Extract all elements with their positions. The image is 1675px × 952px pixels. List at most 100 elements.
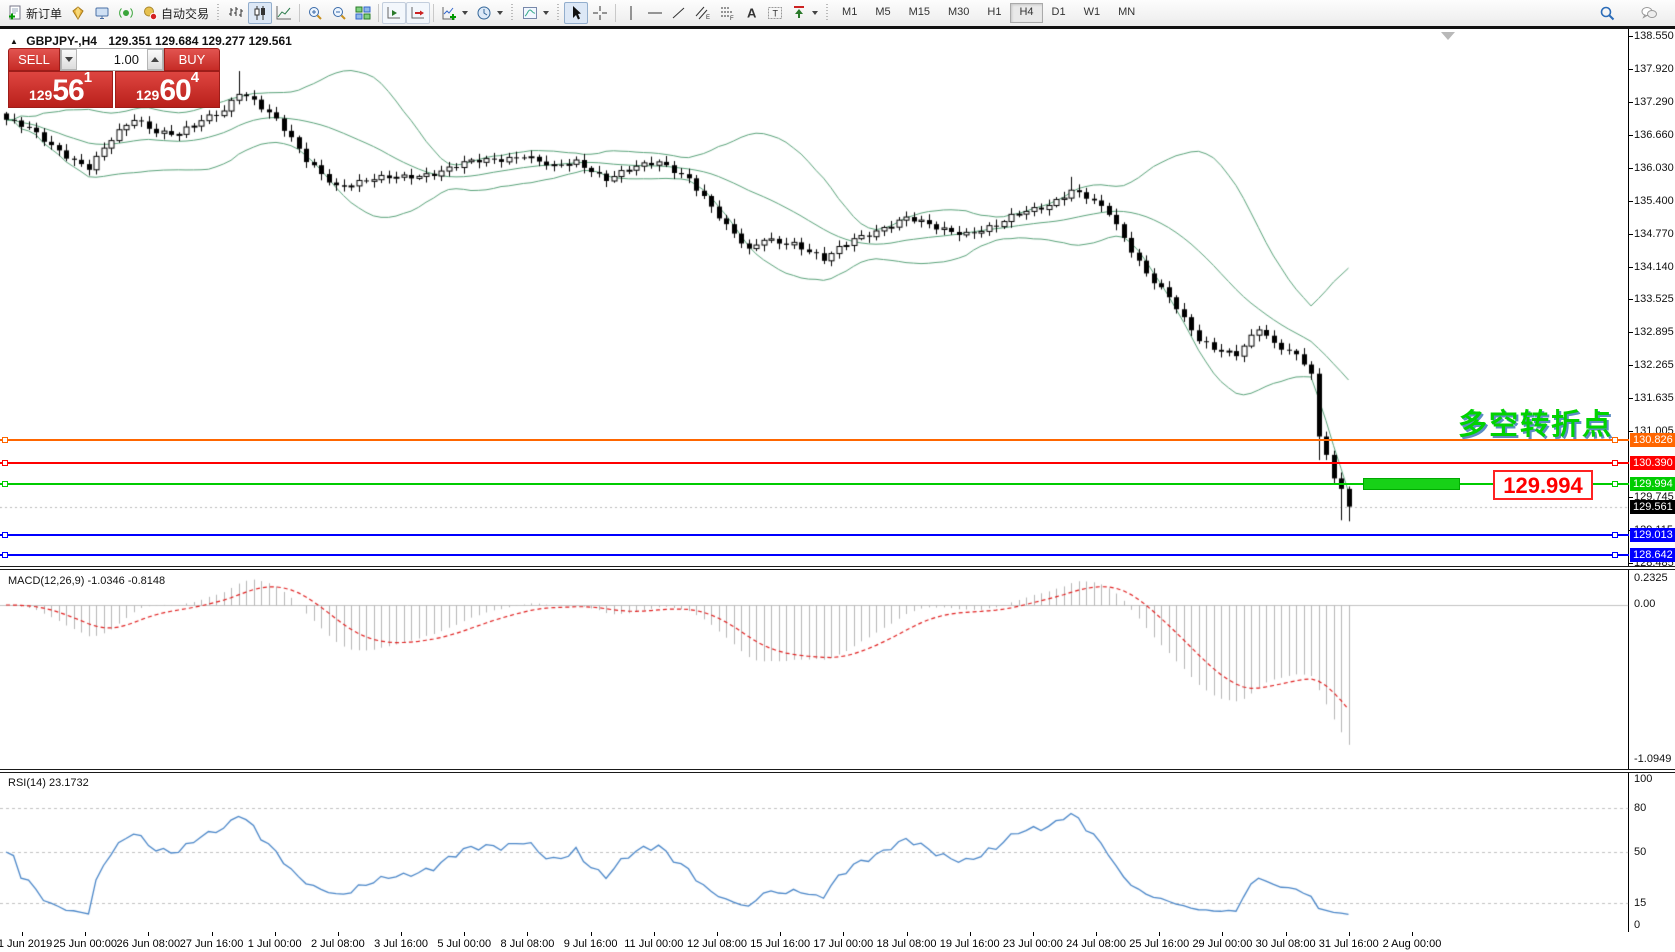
- line-anchor[interactable]: [1612, 460, 1618, 466]
- periods-icon: [476, 5, 492, 21]
- timeframe-m30[interactable]: M30: [939, 3, 978, 23]
- broadcast-icon: [118, 5, 134, 21]
- line-anchor[interactable]: [2, 552, 8, 558]
- timeframe-m1[interactable]: M1: [833, 3, 866, 23]
- sell-price-button[interactable]: 129561: [8, 71, 113, 108]
- line-anchor[interactable]: [2, 481, 8, 487]
- line-chart-icon: [276, 5, 292, 21]
- buy-price-pip: 4: [191, 72, 199, 84]
- price-axis-tick: [1629, 431, 1633, 432]
- tile-windows-button[interactable]: [351, 2, 375, 24]
- price-axis-label: 136.030: [1634, 162, 1675, 174]
- buy-button[interactable]: BUY: [164, 48, 220, 71]
- channel-icon: E: [695, 5, 711, 21]
- text-button[interactable]: A: [739, 2, 763, 24]
- line-anchor[interactable]: [1612, 481, 1618, 487]
- price-callout-label[interactable]: 129.994: [1493, 470, 1593, 500]
- pane-splitter[interactable]: [0, 769, 1675, 773]
- sell-button[interactable]: SELL: [8, 48, 60, 71]
- price-axis-tick: [1629, 497, 1633, 498]
- pivot-annotation-text[interactable]: 多空转折点: [1458, 401, 1613, 443]
- horizontal-line-128.642[interactable]: [0, 554, 1629, 556]
- date-axis-tick: [843, 932, 844, 936]
- date-axis: 21 Jun 201925 Jun 00:0026 Jun 08:0027 Ju…: [0, 932, 1675, 952]
- autotrade-button[interactable]: 自动交易: [138, 2, 213, 24]
- chart-canvas[interactable]: [0, 29, 1675, 952]
- volume-up-icon: [151, 57, 159, 62]
- line-anchor[interactable]: [2, 532, 8, 538]
- chart-shift-marker-icon[interactable]: [1441, 32, 1455, 40]
- arrows-button[interactable]: [787, 2, 822, 24]
- channel-button[interactable]: E: [691, 2, 715, 24]
- indicators-button[interactable]: [437, 2, 472, 24]
- date-axis-label: 5 Jul 00:00: [437, 938, 491, 950]
- text-label-button[interactable]: T: [763, 2, 787, 24]
- collapse-icon[interactable]: ▲: [10, 37, 18, 46]
- templates-icon: [522, 5, 538, 21]
- gem-button[interactable]: [66, 2, 90, 24]
- price-axis-tick: [1629, 398, 1633, 399]
- volume-spinner: 1.00: [60, 48, 164, 71]
- date-axis-label: 11 Jul 00:00: [624, 938, 683, 950]
- timeframe-h1[interactable]: H1: [978, 3, 1010, 23]
- terminal-button[interactable]: [90, 2, 114, 24]
- terminal-icon: [94, 5, 110, 21]
- horizontal-line-130.826[interactable]: [0, 439, 1629, 441]
- date-axis-label: 27 Jun 16:00: [180, 938, 244, 950]
- zoom-out-icon: [331, 5, 347, 21]
- crosshair-button[interactable]: [588, 2, 612, 24]
- line-anchor[interactable]: [2, 460, 8, 466]
- text-icon: A: [743, 5, 759, 21]
- zoom-out-button[interactable]: [327, 2, 351, 24]
- auto-scroll-button[interactable]: [382, 2, 406, 24]
- highlight-rectangle-object[interactable]: [1363, 478, 1460, 490]
- date-axis-label: 1 Jul 00:00: [248, 938, 302, 950]
- chat-button[interactable]: [1637, 2, 1661, 24]
- periods-button[interactable]: [472, 2, 507, 24]
- line-anchor[interactable]: [1612, 552, 1618, 558]
- line-anchor[interactable]: [2, 437, 8, 443]
- date-axis-tick: [85, 932, 86, 936]
- date-axis-tick: [1286, 932, 1287, 936]
- trendline-button[interactable]: [667, 2, 691, 24]
- horizontal-line-129.013[interactable]: [0, 534, 1629, 536]
- price-axis-label: 134.140: [1634, 261, 1675, 273]
- timeframe-m5[interactable]: M5: [866, 3, 899, 23]
- cursor-icon: [568, 5, 584, 21]
- date-axis-tick: [1033, 932, 1034, 936]
- toolbar-grip: [556, 4, 561, 22]
- horizontal-line-button[interactable]: [643, 2, 667, 24]
- fibonacci-button[interactable]: F: [715, 2, 739, 24]
- volume-down-button[interactable]: [61, 49, 77, 70]
- timeframe-mn[interactable]: MN: [1109, 3, 1144, 23]
- timeframe-h4[interactable]: H4: [1010, 3, 1042, 23]
- bar-chart-button[interactable]: [224, 2, 248, 24]
- timeframe-w1[interactable]: W1: [1075, 3, 1110, 23]
- line-anchor[interactable]: [1612, 532, 1618, 538]
- templates-button[interactable]: [518, 2, 553, 24]
- pane-splitter[interactable]: [0, 566, 1675, 570]
- buy-price-button[interactable]: 129604: [115, 71, 220, 108]
- candlestick-chart-button[interactable]: [248, 2, 272, 24]
- volume-input[interactable]: 1.00: [77, 49, 147, 70]
- line-chart-button[interactable]: [272, 2, 296, 24]
- zoom-in-button[interactable]: [303, 2, 327, 24]
- timeframe-d1[interactable]: D1: [1043, 3, 1075, 23]
- price-axis-tick: [1629, 135, 1633, 136]
- volume-up-button[interactable]: [147, 49, 163, 70]
- date-axis-tick: [148, 932, 149, 936]
- timeframe-m15[interactable]: M15: [900, 3, 939, 23]
- search-button[interactable]: [1595, 2, 1619, 24]
- toolbar-button-label: 新订单: [26, 5, 62, 22]
- vertical-line-button[interactable]: [619, 2, 643, 24]
- horizontal-line-130.390[interactable]: [0, 462, 1629, 464]
- chart-shift-button[interactable]: [406, 2, 430, 24]
- bid-price-tag: 129.561: [1630, 500, 1675, 514]
- new-order-button[interactable]: 新订单: [3, 2, 66, 24]
- cursor-button[interactable]: [564, 2, 588, 24]
- new-order-icon: [7, 5, 23, 21]
- price-axis-label: 131.635: [1634, 392, 1675, 404]
- zoom-in-icon: [307, 5, 323, 21]
- date-axis-label: 23 Jul 00:00: [1003, 938, 1063, 950]
- broadcast-button[interactable]: [114, 2, 138, 24]
